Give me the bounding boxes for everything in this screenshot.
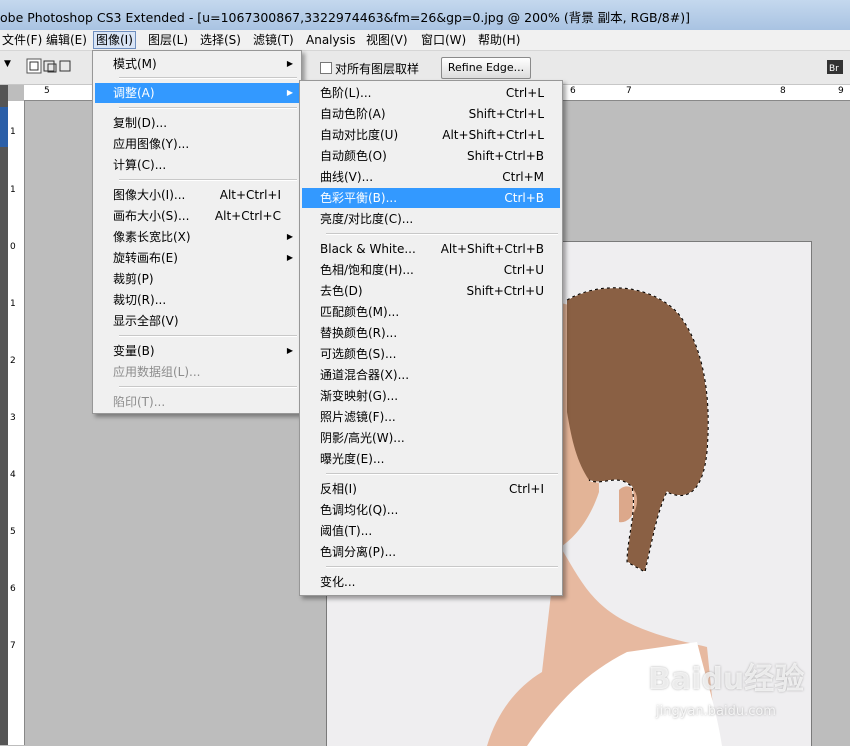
submenu-arrow-icon: ▶	[286, 346, 293, 355]
menu-separator	[119, 77, 297, 79]
menu-filter[interactable]: 滤镜(T)	[251, 32, 296, 48]
menu-item-crop[interactable]: 裁剪(P)	[95, 269, 299, 289]
ruler-label: 4	[10, 470, 16, 480]
menu-separator	[119, 386, 297, 388]
menu-separator	[119, 107, 297, 109]
ruler-label: 1	[10, 299, 16, 309]
vertical-ruler: 1 1 0 1 2 3 4 5 6 7	[8, 101, 25, 745]
menu-item-hue-saturation[interactable]: 色相/饱和度(H)... Ctrl+U	[302, 260, 560, 280]
ruler-label: 1	[10, 127, 16, 137]
window-title: obe Photoshop CS3 Extended - [u=10673008…	[0, 10, 690, 25]
menu-item-auto-levels[interactable]: 自动色阶(A) Shift+Ctrl+L	[302, 104, 560, 124]
menu-item-brightness-contrast[interactable]: 亮度/对比度(C)...	[302, 209, 560, 229]
ruler-label: 7	[626, 86, 632, 96]
active-tool-indicator	[0, 107, 8, 147]
menu-image[interactable]: 图像(I)	[93, 31, 136, 49]
menu-item-invert[interactable]: 反相(I) Ctrl+I	[302, 479, 560, 499]
image-menu: 模式(M) ▶ 调整(A) ▶ 复制(D)... 应用图像(Y)... 计算(C).…	[92, 50, 302, 414]
adjustments-submenu: 色阶(L)... Ctrl+L 自动色阶(A) Shift+Ctrl+L 自动对比度…	[299, 80, 563, 596]
menu-separator	[326, 566, 558, 568]
ruler-label: 5	[10, 527, 16, 537]
menu-item-black-white[interactable]: Black & White... Alt+Shift+Ctrl+B	[302, 239, 560, 259]
menu-item-variations[interactable]: 变化...	[302, 572, 560, 592]
menu-separator	[119, 335, 297, 337]
menu-separator	[119, 179, 297, 181]
menu-view[interactable]: 视图(V)	[364, 32, 410, 48]
submenu-arrow-icon: ▶	[286, 232, 293, 241]
menu-help[interactable]: 帮助(H)	[476, 32, 522, 48]
menu-item-mode[interactable]: 模式(M) ▶	[95, 54, 299, 74]
menu-item-selective-color[interactable]: 可选颜色(S)...	[302, 344, 560, 364]
menu-item-reveal-all[interactable]: 显示全部(V)	[95, 311, 299, 331]
ruler-label: 2	[10, 356, 16, 366]
menu-item-photo-filter[interactable]: 照片滤镜(F)...	[302, 407, 560, 427]
menu-item-color-balance[interactable]: 色彩平衡(B)... Ctrl+B	[302, 188, 560, 208]
menu-file[interactable]: 文件(F)	[0, 32, 44, 48]
menu-window[interactable]: 窗口(W)	[419, 32, 468, 48]
menu-item-adjustments[interactable]: 调整(A) ▶	[95, 83, 299, 103]
menu-analysis[interactable]: Analysis	[304, 32, 357, 48]
menu-item-image-size[interactable]: 图像大小(I)... Alt+Ctrl+I	[95, 185, 299, 205]
ruler-label: 0	[10, 242, 16, 252]
menu-item-apply-data-set: 应用数据组(L)...	[113, 365, 201, 379]
ruler-label: 1	[10, 185, 16, 195]
menu-item-rotate-canvas[interactable]: 旋转画布(E) ▶	[95, 248, 299, 268]
submenu-arrow-icon: ▶	[286, 88, 293, 97]
menu-item-calculations[interactable]: 计算(C)...	[95, 155, 299, 175]
refine-edge-button[interactable]: Refine Edge...	[441, 57, 531, 79]
sample-all-layers-checkbox[interactable]: 对所有图层取样	[320, 60, 419, 77]
menu-item-auto-contrast[interactable]: 自动对比度(U) Alt+Shift+Ctrl+L	[302, 125, 560, 145]
ruler-label: 6	[10, 584, 16, 594]
ruler-label: 5	[44, 86, 50, 96]
bridge-icon[interactable]: Br	[826, 59, 848, 77]
menu-item-gradient-map[interactable]: 渐变映射(G)...	[302, 386, 560, 406]
checkbox-icon[interactable]	[320, 62, 332, 74]
menu-item-equalize[interactable]: 色调均化(Q)...	[302, 500, 560, 520]
menu-item-exposure[interactable]: 曝光度(E)...	[302, 449, 560, 469]
ruler-label: 7	[10, 641, 16, 651]
menu-item-threshold[interactable]: 阈值(T)...	[302, 521, 560, 541]
tools-panel-edge	[0, 85, 8, 745]
menu-item-curves[interactable]: 曲线(V)... Ctrl+M	[302, 167, 560, 187]
menu-separator	[326, 473, 558, 475]
menu-item-auto-color[interactable]: 自动颜色(O) Shift+Ctrl+B	[302, 146, 560, 166]
menu-separator	[326, 233, 558, 235]
menu-item-pixel-aspect-ratio[interactable]: 像素长宽比(X) ▶	[95, 227, 299, 247]
title-bar: obe Photoshop CS3 Extended - [u=10673008…	[0, 0, 850, 31]
menu-edit[interactable]: 编辑(E)	[44, 32, 89, 48]
menu-item-trim[interactable]: 裁切(R)...	[95, 290, 299, 310]
menu-item-channel-mixer[interactable]: 通道混合器(X)...	[302, 365, 560, 385]
menu-select[interactable]: 选择(S)	[198, 32, 243, 48]
menu-item-variables[interactable]: 变量(B) ▶	[95, 341, 299, 361]
menu-item-trap: 陷印(T)...	[113, 395, 166, 409]
menu-item-shadow-highlight[interactable]: 阴影/高光(W)...	[302, 428, 560, 448]
menu-item-posterize[interactable]: 色调分离(P)...	[302, 542, 560, 562]
ruler-label: 6	[570, 86, 576, 96]
menu-item-apply-image[interactable]: 应用图像(Y)...	[95, 134, 299, 154]
submenu-arrow-icon: ▶	[286, 59, 293, 68]
ruler-label: 3	[10, 413, 16, 423]
menu-layer[interactable]: 图层(L)	[146, 32, 190, 48]
menu-item-replace-color[interactable]: 替换颜色(R)...	[302, 323, 560, 343]
svg-text:Br: Br	[829, 64, 839, 74]
selection-mode-icons[interactable]	[26, 58, 86, 76]
menu-item-levels[interactable]: 色阶(L)... Ctrl+L	[302, 83, 560, 103]
submenu-arrow-icon: ▶	[286, 253, 293, 262]
menu-item-match-color[interactable]: 匹配颜色(M)...	[302, 302, 560, 322]
menu-item-canvas-size[interactable]: 画布大小(S)... Alt+Ctrl+C	[95, 206, 299, 226]
menu-item-desaturate[interactable]: 去色(D) Shift+Ctrl+U	[302, 281, 560, 301]
tool-preset-arrow-icon[interactable]: ▼	[4, 59, 11, 69]
menu-bar: 文件(F) 编辑(E) 图像(I) 图层(L) 选择(S) 滤镜(T) Anal…	[0, 30, 850, 51]
ruler-label: 8	[780, 86, 786, 96]
sample-all-layers-label: 对所有图层取样	[335, 62, 420, 76]
menu-item-duplicate[interactable]: 复制(D)...	[95, 113, 299, 133]
ruler-label: 9	[838, 86, 844, 96]
